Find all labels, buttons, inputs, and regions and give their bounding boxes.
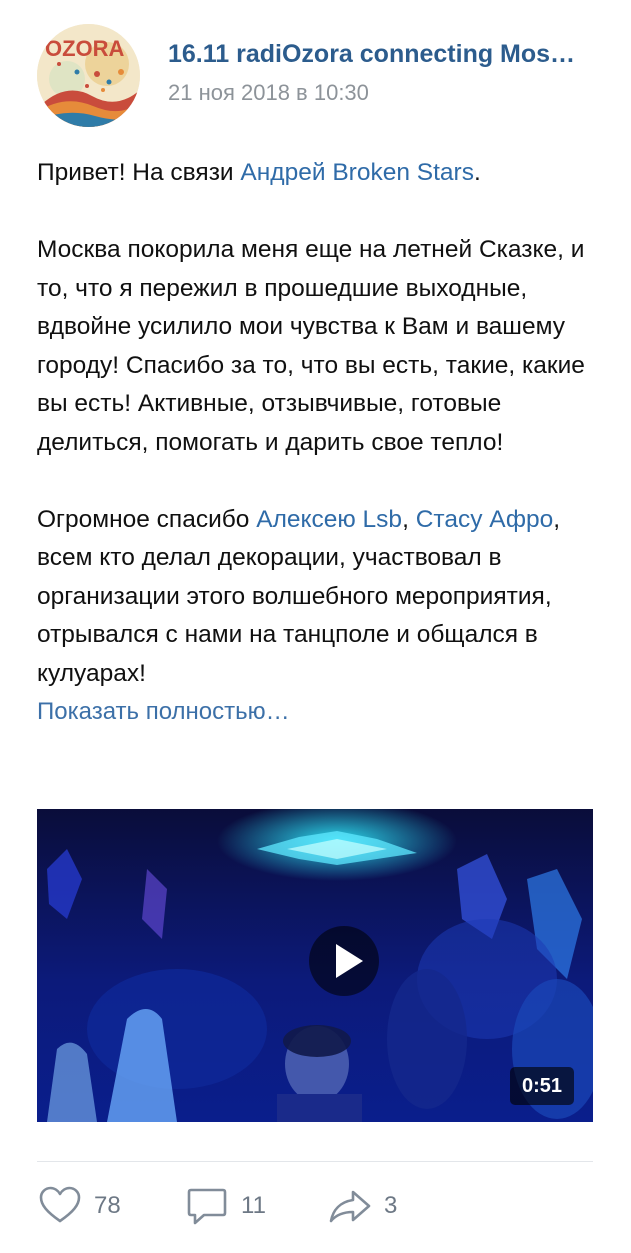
- comment-button[interactable]: 11: [184, 1183, 266, 1229]
- share-count: 3: [384, 1192, 398, 1219]
- avatar[interactable]: OZORA: [37, 24, 140, 127]
- share-button[interactable]: 3: [327, 1183, 397, 1229]
- mention-link-aleksey[interactable]: Алексею Lsb: [256, 506, 402, 533]
- thanks-text: Огромное спасибо: [37, 505, 257, 533]
- video-player[interactable]: 0:51: [37, 809, 593, 1122]
- comment-bubble-icon: [187, 1188, 227, 1225]
- play-icon: [336, 944, 363, 978]
- post-text: Привет! На связи Андрей Broken Stars. Мо…: [37, 154, 597, 732]
- post-actions: 78 11 3: [37, 1183, 597, 1229]
- video-duration-badge: 0:51: [509, 1067, 574, 1105]
- mention-link-andrey[interactable]: Андрей Broken Stars: [240, 159, 474, 186]
- mention-link-stas[interactable]: Стасу Афро: [416, 506, 554, 533]
- show-more-link[interactable]: Показать полностью…: [37, 693, 597, 732]
- actions-divider: [37, 1161, 593, 1162]
- greeting-end: .: [473, 159, 481, 186]
- avatar-logo-text: OZORA: [45, 36, 125, 61]
- post-meta: 16.11 radiOzora connecting Mos… 21 ноя 2…: [168, 38, 598, 106]
- paragraph-greeting: Привет! На связи Андрей Broken Stars.: [37, 154, 597, 193]
- post-header: OZORA 16.11 radiOzora connecting Mos… 21…: [37, 24, 597, 128]
- paragraph-thanks: Огромное спасибо Алексею Lsb, Стасу Афро…: [37, 501, 597, 694]
- post-date[interactable]: 21 ноя 2018 в 10:30: [168, 80, 598, 106]
- comment-count: 11: [241, 1192, 266, 1219]
- ozora-logo-icon: OZORA: [37, 24, 140, 127]
- share-arrow-icon: [329, 1190, 371, 1223]
- greeting-text: Привет! На связи: [37, 159, 241, 186]
- play-button[interactable]: [309, 926, 379, 996]
- thanks-separator: ,: [402, 505, 416, 533]
- paragraph-moscow: Москва покорила меня еще на летней Сказк…: [37, 236, 585, 456]
- post-title[interactable]: 16.11 radiOzora connecting Mos…: [168, 38, 598, 70]
- like-button[interactable]: 78: [37, 1183, 121, 1229]
- heart-icon: [39, 1186, 81, 1223]
- like-count: 78: [94, 1192, 121, 1219]
